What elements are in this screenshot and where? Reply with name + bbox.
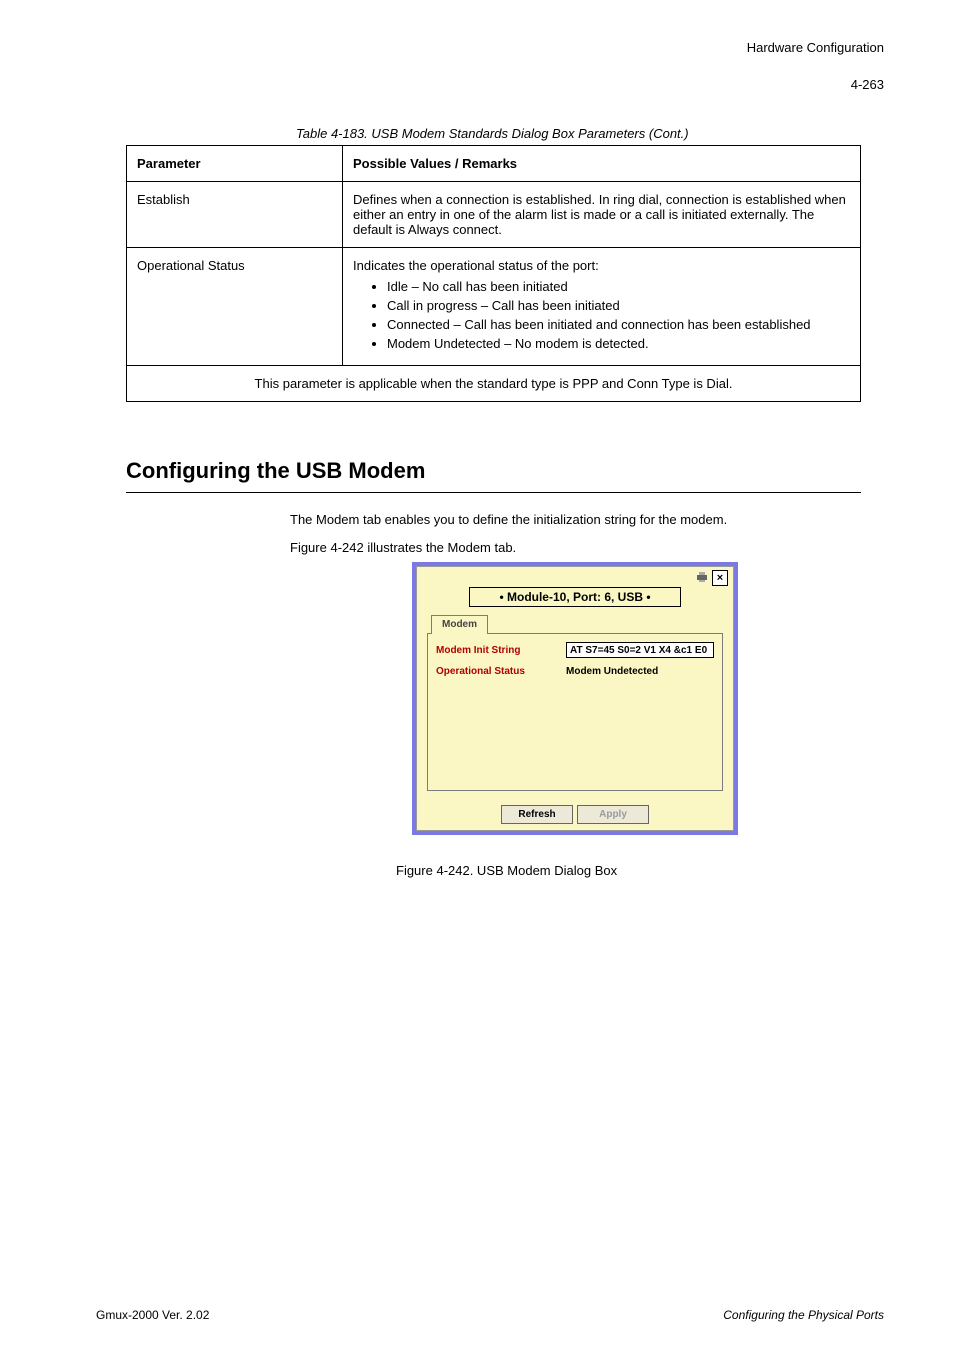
cell-param: Establish bbox=[127, 182, 343, 248]
section-rule bbox=[126, 492, 861, 493]
parameters-table: Parameter Possible Values / Remarks Esta… bbox=[126, 145, 861, 402]
col-header-parameter: Parameter bbox=[127, 146, 343, 182]
modem-dialog: × • Module-10, Port: 6, USB • Modem Mode… bbox=[412, 562, 738, 835]
table-footer-note: This parameter is applicable when the st… bbox=[127, 366, 861, 402]
refresh-button[interactable]: Refresh bbox=[501, 805, 573, 824]
cell-param: Operational Status bbox=[127, 248, 343, 366]
table-row: Establish Defines when a connection is e… bbox=[127, 182, 861, 248]
figure-caption: Figure 4-242. USB Modem Dialog Box bbox=[396, 863, 884, 878]
op-status-value: Modem Undetected bbox=[566, 666, 658, 677]
apply-button[interactable]: Apply bbox=[577, 805, 649, 824]
section-line-2: Figure 4-242 illustrates the Modem tab. bbox=[290, 539, 850, 557]
dialog-title: • Module-10, Port: 6, USB • bbox=[469, 587, 681, 607]
op-status-label: Operational Status bbox=[436, 666, 566, 677]
col-header-remarks: Possible Values / Remarks bbox=[343, 146, 861, 182]
close-icon[interactable]: × bbox=[712, 570, 728, 586]
page-header-right: Hardware Configuration bbox=[96, 40, 884, 55]
table-header-row: Parameter Possible Values / Remarks bbox=[127, 146, 861, 182]
op-status-intro: Indicates the operational status of the … bbox=[353, 258, 850, 273]
table-row: Operational Status Indicates the operati… bbox=[127, 248, 861, 366]
list-item: Connected – Call has been initiated and … bbox=[387, 317, 850, 332]
init-string-label: Modem Init String bbox=[436, 645, 566, 656]
section-heading: Configuring the USB Modem bbox=[126, 458, 884, 484]
list-item: Modem Undetected – No modem is detected. bbox=[387, 336, 850, 351]
footer-left: Gmux-2000 Ver. 2.02 bbox=[96, 1308, 209, 1322]
table-caption: Table 4-183. USB Modem Standards Dialog … bbox=[296, 126, 884, 141]
footer-right: Configuring the Physical Ports bbox=[723, 1308, 884, 1322]
tab-modem[interactable]: Modem bbox=[431, 615, 488, 634]
section-line-1: The Modem tab enables you to define the … bbox=[290, 511, 850, 529]
cell-desc: Indicates the operational status of the … bbox=[343, 248, 861, 366]
page-number: 4-263 bbox=[96, 77, 884, 92]
init-string-input[interactable]: AT S7=45 S0=2 V1 X4 &c1 E0 bbox=[566, 642, 714, 658]
cell-desc: Defines when a connection is established… bbox=[343, 182, 861, 248]
table-footer-row: This parameter is applicable when the st… bbox=[127, 366, 861, 402]
dialog-panel: Modem Init String AT S7=45 S0=2 V1 X4 &c… bbox=[427, 633, 723, 791]
list-item: Call in progress – Call has been initiat… bbox=[387, 298, 850, 313]
print-icon[interactable] bbox=[695, 570, 709, 584]
list-item: Idle – No call has been initiated bbox=[387, 279, 850, 294]
op-status-list: Idle – No call has been initiated Call i… bbox=[387, 279, 850, 351]
